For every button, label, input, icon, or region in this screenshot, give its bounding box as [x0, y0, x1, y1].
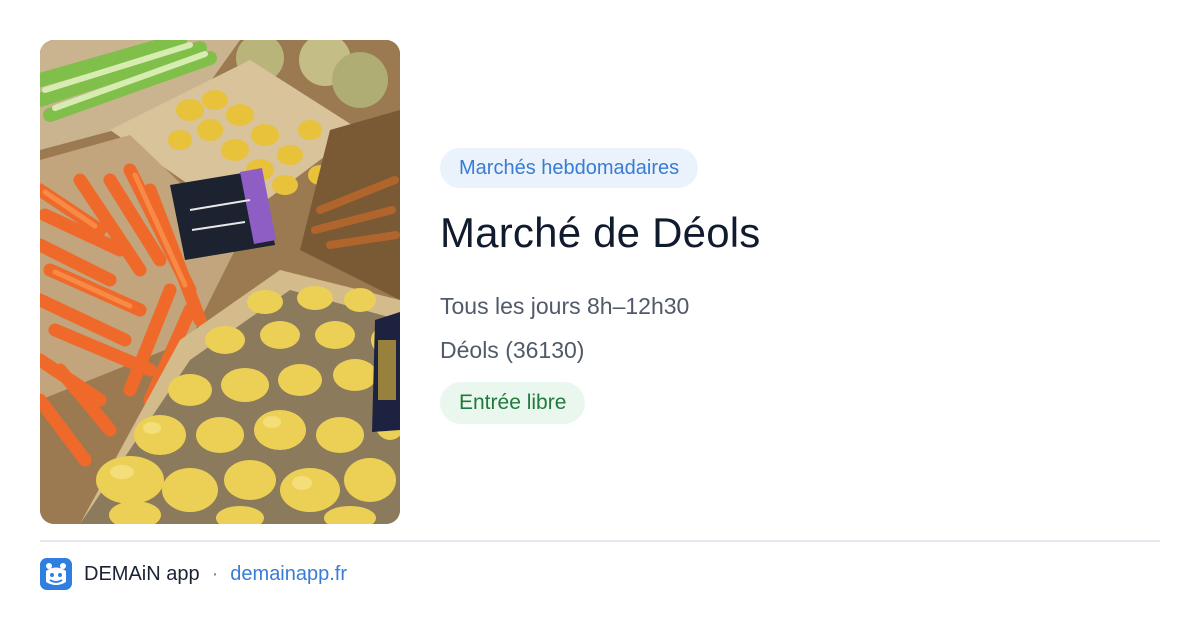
demain-app-icon [40, 558, 72, 590]
location-text: Déols (36130) [440, 337, 585, 363]
footer-separator: · [211, 562, 219, 585]
market-card: Marchés hebdomadaires Marché de Déols To… [0, 0, 1200, 630]
app-name: DEMAiN app [84, 562, 200, 585]
domain-link[interactable]: demainapp.fr [230, 563, 347, 586]
footer: DEMAiN app · demainapp.fr [40, 557, 347, 591]
produce-illustration [40, 40, 400, 524]
footer-divider [40, 540, 1160, 542]
market-info: Marchés hebdomadaires Marché de Déols To… [440, 148, 1160, 424]
entry-badge: Entrée libre [440, 382, 586, 424]
page-title: Marché de Déols [440, 209, 761, 256]
category-badge[interactable]: Marchés hebdomadaires [440, 148, 699, 188]
opening-hours: Tous les jours 8h–12h30 [440, 293, 690, 319]
market-produce-photo [40, 40, 400, 524]
